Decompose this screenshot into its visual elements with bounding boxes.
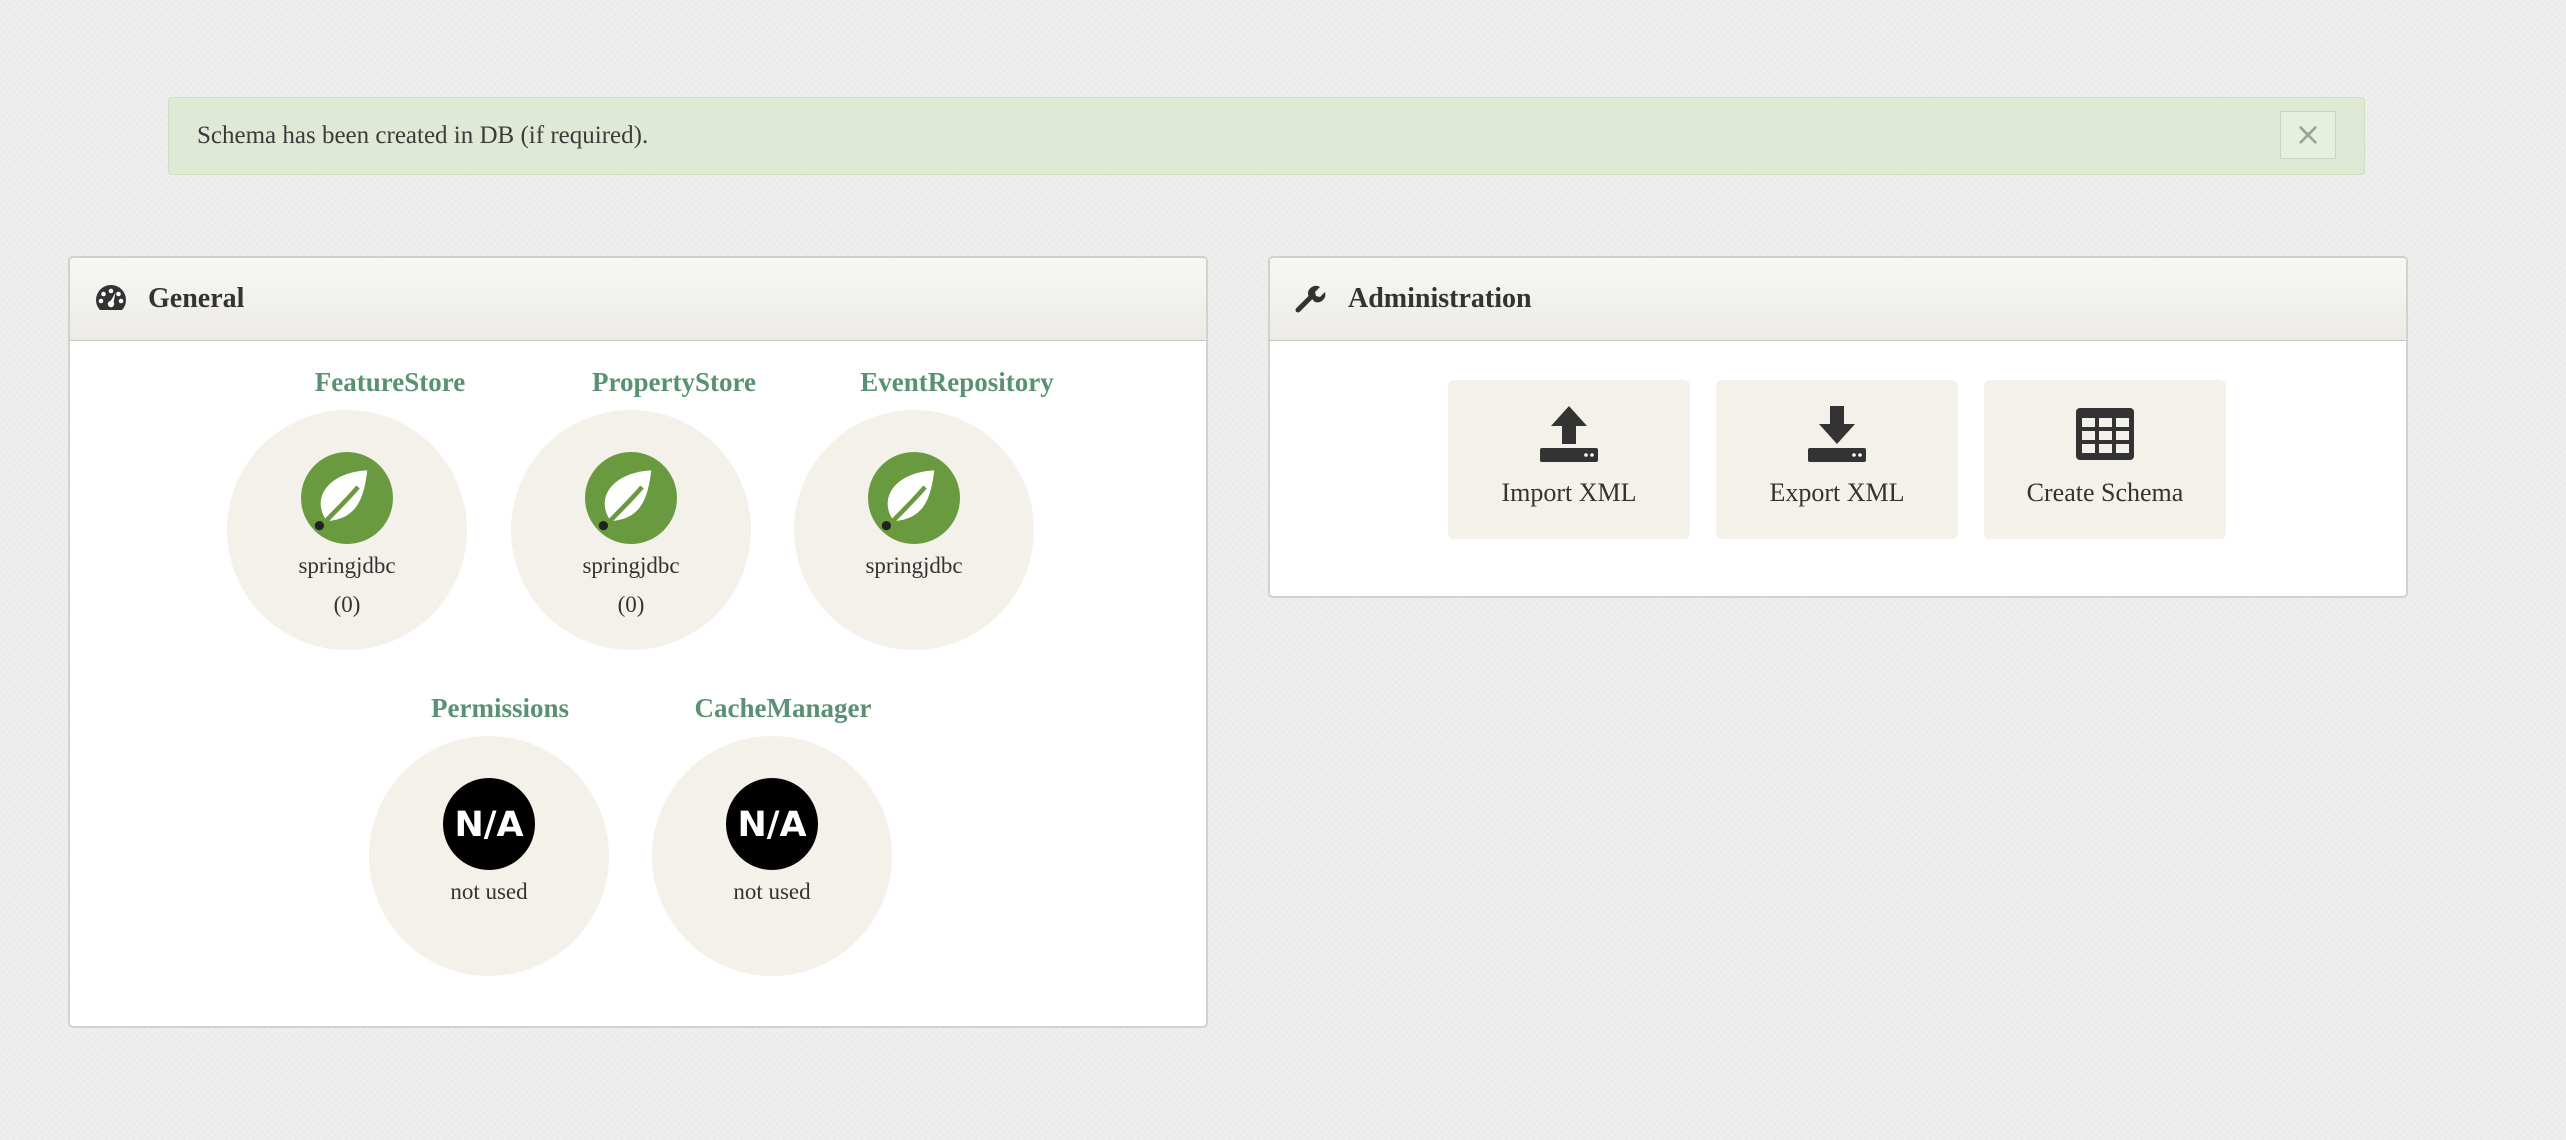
store-title[interactable]: PropertyStore xyxy=(524,367,824,398)
export-xml-label: Export XML xyxy=(1769,478,1905,507)
general-panel-title: General xyxy=(148,283,245,314)
store-name: not used xyxy=(450,879,528,904)
na-badge-text: N/A xyxy=(454,805,523,845)
close-alert-button[interactable]: × xyxy=(2280,111,2336,159)
general-panel: General FeatureStore springjdbc (0) Prop… xyxy=(68,256,1208,1028)
store-circle: springjdbc (0) xyxy=(227,410,467,650)
success-alert: Schema has been created in DB (if requir… xyxy=(168,97,2365,175)
upload-icon xyxy=(1540,406,1598,462)
store-title[interactable]: EventRepository xyxy=(807,367,1107,398)
store-circle: N/A not used xyxy=(652,736,892,976)
store-circle: springjdbc (0) xyxy=(511,410,751,650)
store-name: springjdbc xyxy=(298,553,396,578)
download-icon xyxy=(1808,406,1866,462)
na-icon: N/A xyxy=(726,778,818,870)
store-circle: N/A not used xyxy=(369,736,609,976)
import-xml-button[interactable]: Import XML xyxy=(1448,380,1690,539)
store-name: springjdbc xyxy=(865,553,963,578)
store-count: (0) xyxy=(333,592,361,617)
store-name: springjdbc xyxy=(582,553,680,578)
store-title[interactable]: CacheManager xyxy=(633,693,933,724)
store-count: (0) xyxy=(617,592,645,617)
na-badge-text: N/A xyxy=(737,805,806,845)
store-title[interactable]: Permissions xyxy=(350,693,650,724)
general-panel-header: General xyxy=(70,258,1206,341)
create-schema-label: Create Schema xyxy=(2026,478,2184,507)
wrench-icon xyxy=(1295,285,1326,313)
store-circle: springjdbc xyxy=(794,410,1034,650)
administration-panel: Administration Import XML Export XML Cre… xyxy=(1268,256,2408,598)
administration-panel-header: Administration xyxy=(1270,258,2406,341)
spring-leaf-icon xyxy=(301,452,393,544)
alert-message: Schema has been created in DB (if requir… xyxy=(197,122,649,149)
import-xml-label: Import XML xyxy=(1501,478,1637,507)
create-schema-button[interactable]: Create Schema xyxy=(1984,380,2226,539)
spring-leaf-icon xyxy=(585,452,677,544)
dashboard-icon xyxy=(96,285,126,310)
na-icon: N/A xyxy=(443,778,535,870)
table-icon xyxy=(2076,408,2134,460)
export-xml-button[interactable]: Export XML xyxy=(1716,380,1958,539)
store-title[interactable]: FeatureStore xyxy=(240,367,540,398)
store-name: not used xyxy=(733,879,811,904)
spring-leaf-icon xyxy=(868,452,960,544)
administration-panel-title: Administration xyxy=(1348,283,1532,314)
